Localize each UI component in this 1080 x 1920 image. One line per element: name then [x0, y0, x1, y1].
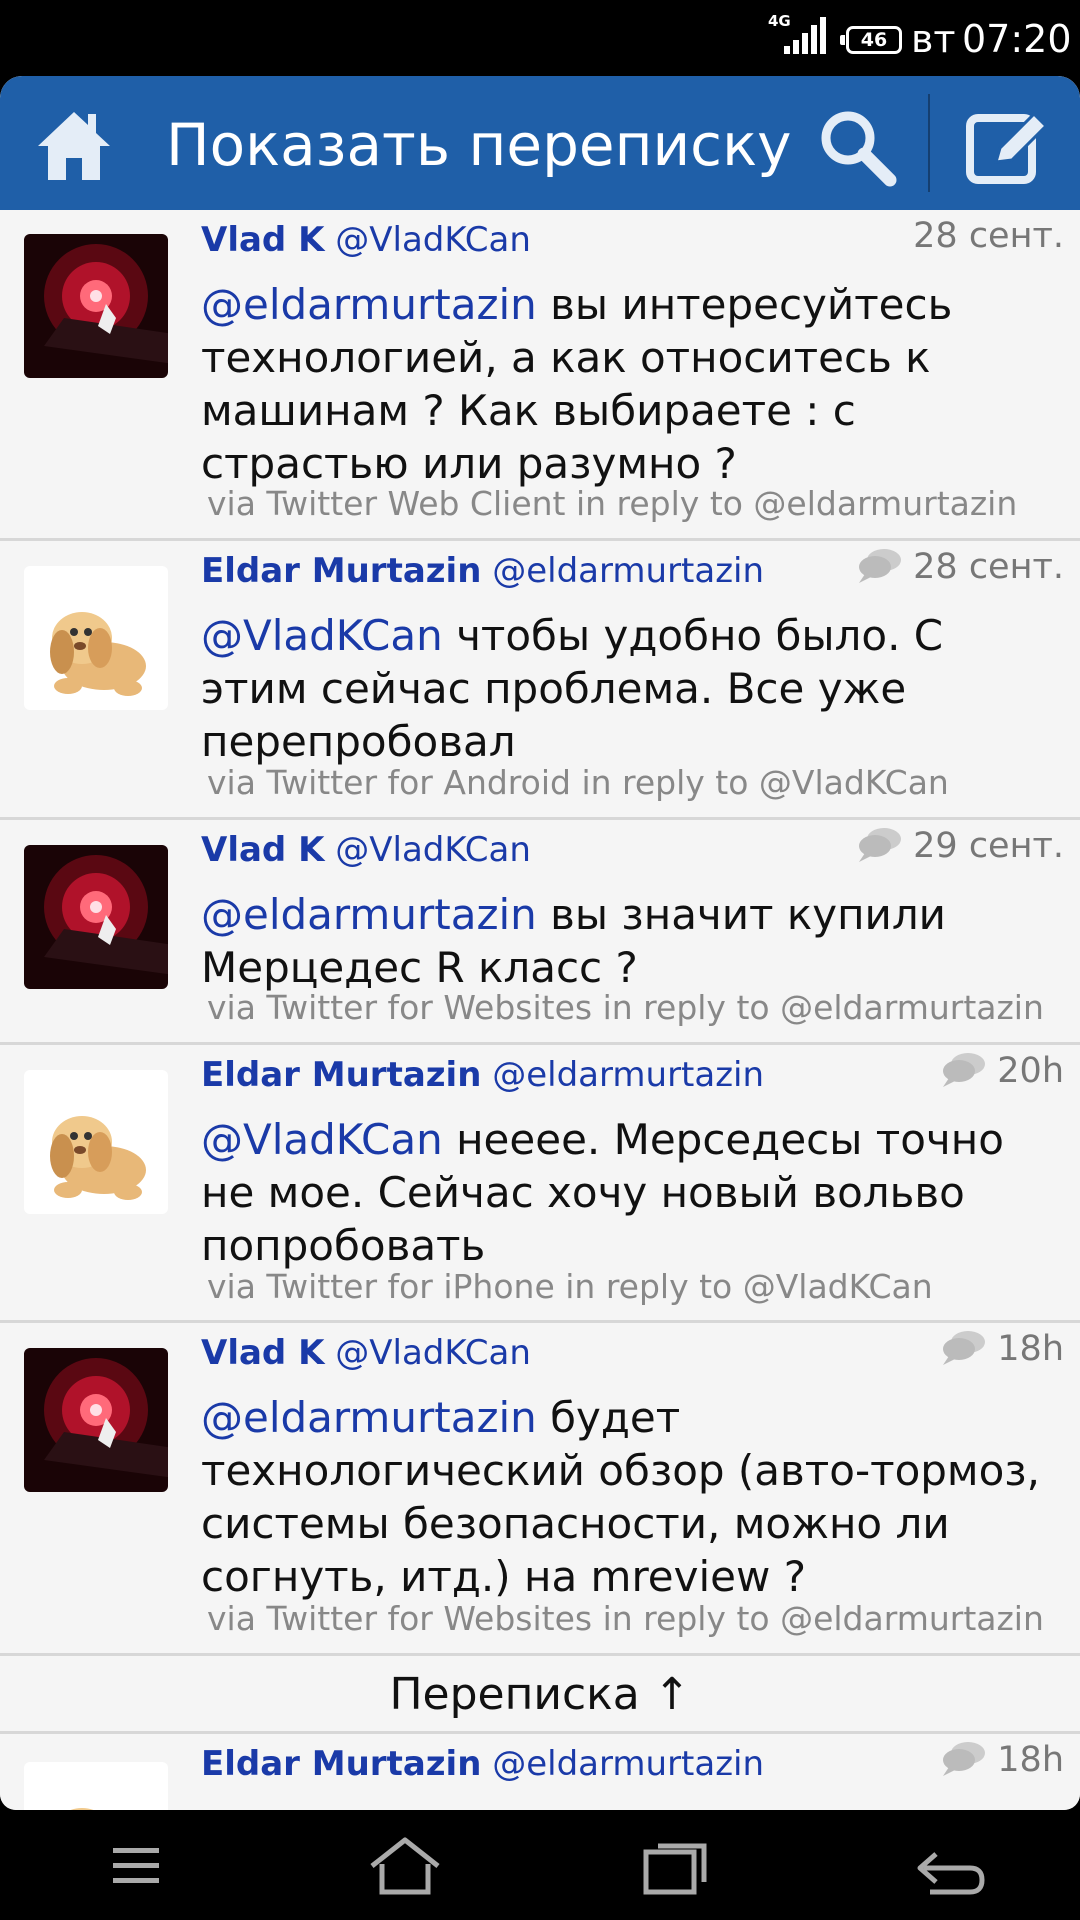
avatar[interactable]: [24, 1348, 168, 1492]
conversation-icon: [943, 1053, 986, 1087]
conversation-icon: [943, 1331, 986, 1365]
conversation-label: Переписка ↑: [389, 1669, 691, 1720]
tweet-text: @eldarmurtazin вы интересуйтесь технолог…: [201, 278, 1061, 490]
tweet-text: @VladKCan чтобы удобно было. С этим сейч…: [201, 609, 1061, 768]
conversation-bar[interactable]: Переписка ↑: [0, 1656, 1080, 1734]
tweet-via: via Twitter Web Client in reply to @elda…: [207, 484, 1018, 523]
conversation-icon: [943, 1742, 986, 1776]
tweet-time-block: 28 сент.: [857, 545, 1064, 589]
tweet-time-block: 18h: [941, 1738, 1064, 1782]
avatar[interactable]: [24, 234, 168, 378]
navigation-bar: [0, 1810, 1080, 1920]
author-handle[interactable]: @eldarmurtazin: [492, 1744, 764, 1784]
author-handle[interactable]: @VladKCan: [335, 1333, 531, 1373]
author-name[interactable]: Eldar Murtazin: [201, 1744, 481, 1784]
mention-link[interactable]: @eldarmurtazin: [201, 1393, 537, 1442]
author-name[interactable]: Eldar Murtazin: [201, 1055, 481, 1095]
tweet-time: 29 сент.: [913, 826, 1064, 866]
conversation-icon: [859, 549, 902, 583]
tweet-text: @eldarmurtazin вы значит купили Мерцедес…: [201, 888, 1061, 994]
author-name[interactable]: Vlad K: [201, 1333, 324, 1373]
tweet-time: 18h: [997, 1740, 1064, 1780]
tweet-via: via Twitter for iPhone in reply to @Vlad…: [207, 1267, 933, 1306]
author-handle[interactable]: @VladKCan: [335, 220, 531, 260]
tweet-item[interactable]: Eldar Murtazin @eldarmurtazin 20h @VladK…: [0, 1045, 1080, 1323]
tweet-time-block: 20h: [941, 1049, 1064, 1093]
author-name[interactable]: Vlad K: [201, 830, 324, 870]
tweet-time-block: 29 сент.: [857, 824, 1064, 868]
page-title: Показать переписку: [166, 111, 792, 179]
tweet-time: 20h: [997, 1051, 1064, 1091]
home-icon[interactable]: [34, 106, 114, 186]
tweet-text: @VladKCan нееее. Мерседесы точно не мое.…: [201, 1113, 1061, 1272]
avatar[interactable]: [24, 566, 168, 710]
tweet-item[interactable]: Vlad K @VladKCan 18h @eldarmurtazin буде…: [0, 1323, 1080, 1656]
tweet-item[interactable]: Vlad K @VladKCan 28 сент. @eldarmurtazin…: [0, 210, 1080, 541]
avatar[interactable]: [24, 845, 168, 989]
tweet-time: 28 сент.: [913, 547, 1064, 587]
avatar[interactable]: [24, 1070, 168, 1214]
action-bar: Показать переписку: [0, 76, 1080, 210]
compose-icon[interactable]: [962, 104, 1052, 190]
tweet-item[interactable]: Eldar Murtazin @eldarmurtazin 28 сент. @…: [0, 541, 1080, 820]
recents-icon[interactable]: [630, 1834, 720, 1898]
tweet-time-block: 18h: [941, 1327, 1064, 1371]
home-icon[interactable]: [360, 1834, 450, 1898]
mention-link[interactable]: @VladKCan: [201, 611, 443, 660]
conversation-icon: [859, 828, 902, 862]
search-icon[interactable]: [812, 102, 902, 192]
author-handle[interactable]: @eldarmurtazin: [492, 1055, 764, 1095]
back-icon[interactable]: [900, 1834, 990, 1898]
mention-link[interactable]: @eldarmurtazin: [201, 280, 537, 329]
tweet-text: @eldarmurtazin будет технологический обз…: [201, 1391, 1061, 1603]
app-window: Показать переписку Vlad K @VladKCan 28 с…: [0, 76, 1080, 1810]
menu-icon[interactable]: [91, 1834, 181, 1898]
mention-link[interactable]: @VladKCan: [201, 1115, 443, 1164]
tweet-item[interactable]: Eldar Murtazin @eldarmurtazin 18h: [0, 1734, 1080, 1810]
tweet-time: 28 сент.: [913, 216, 1064, 256]
tweet-via: via Twitter for Websites in reply to @el…: [207, 1599, 1044, 1638]
signal-icon: [784, 17, 826, 54]
author-name[interactable]: Vlad K: [201, 220, 324, 260]
tweet-via: via Twitter for Websites in reply to @el…: [207, 988, 1044, 1027]
mention-link[interactable]: @eldarmurtazin: [201, 890, 537, 939]
tweet-time: 18h: [997, 1329, 1064, 1369]
status-time: 07:20: [962, 17, 1072, 61]
tweet-via: via Twitter for Android in reply to @Vla…: [207, 763, 949, 802]
author-name[interactable]: Eldar Murtazin: [201, 551, 481, 591]
status-bar: 4G 46 вт 07:20: [0, 0, 1080, 76]
tweet-item[interactable]: Vlad K @VladKCan 29 сент. @eldarmurtazin…: [0, 820, 1080, 1045]
battery-icon: 46: [840, 26, 902, 54]
action-divider: [928, 94, 930, 192]
status-day: вт: [911, 17, 956, 61]
avatar[interactable]: [24, 1762, 168, 1810]
screen: 4G 46 вт 07:20 Показать переписку Vlad K…: [0, 0, 1080, 1920]
author-handle[interactable]: @eldarmurtazin: [492, 551, 764, 591]
author-handle[interactable]: @VladKCan: [335, 830, 531, 870]
